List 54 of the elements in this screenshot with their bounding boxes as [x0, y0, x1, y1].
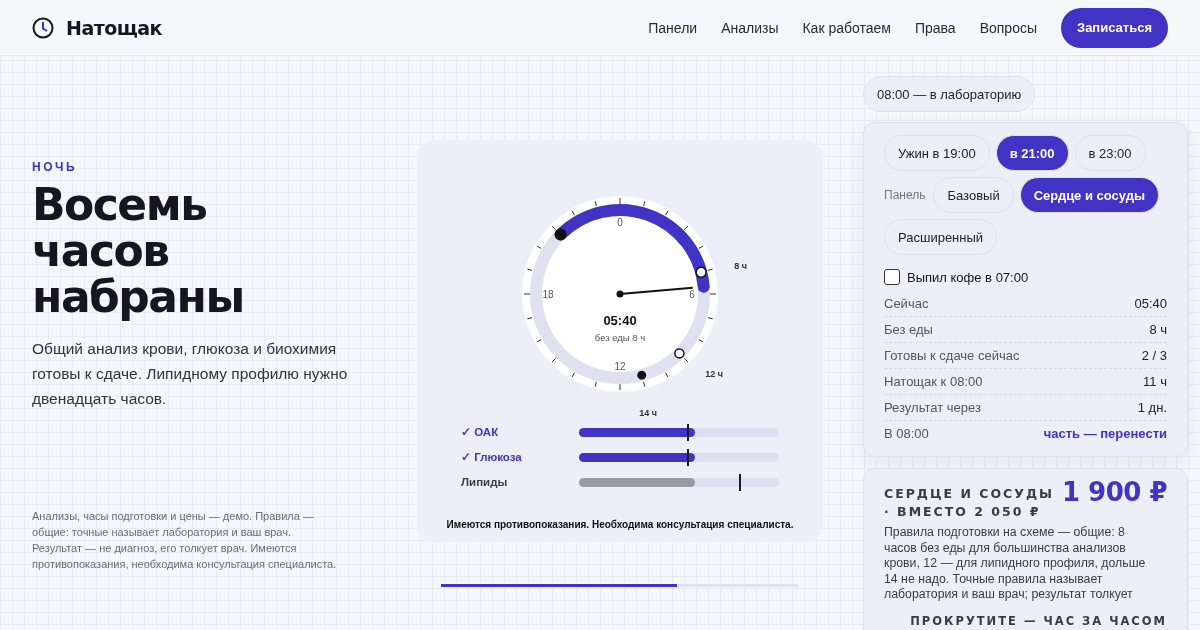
hour-mark-label: 12 ч [705, 369, 723, 380]
nav-link[interactable]: Анализы [721, 19, 779, 36]
signup-button[interactable]: Записаться [1061, 7, 1168, 48]
hour-mark-label: 8 ч [734, 261, 747, 271]
panel-chip[interactable]: Сердце и сосуды [1019, 177, 1160, 213]
dinner-time-chip[interactable]: в 21:00 [995, 135, 1069, 171]
hero-lead: Общий анализ крови, глюкоза и биохимия готовы к сдаче. Липидному профилю нужно двенадцать часов. [32, 339, 349, 409]
stat-label: Готовы к сдаче сейчас [884, 348, 1020, 363]
hour-label: 18 [542, 289, 554, 300]
stat-label: Результат через [884, 400, 981, 415]
nav-link[interactable]: Вопросы [979, 19, 1037, 36]
panel-chip[interactable]: Базовый [933, 177, 1014, 213]
nav-link[interactable]: Права [914, 19, 956, 36]
section-eyebrow: НОЧЬ [32, 160, 79, 174]
hour-label: 12 [614, 361, 626, 372]
price-amount: 1 900 ₽ [1061, 477, 1167, 507]
panel-chip[interactable]: Расширенный [884, 219, 998, 255]
stat-value: 2 / 3 [1141, 348, 1167, 363]
panel-label: Панель [884, 188, 926, 202]
dinner-time-chip[interactable]: Ужин в 19:00 [884, 135, 990, 171]
nav-link[interactable]: Как работаем [802, 19, 891, 36]
clock-subtitle: без еды 8 ч [594, 332, 646, 343]
stat-value: 05:40 [1134, 296, 1167, 311]
warning-text: Имеются противопоказания. Необходима консультация специалиста. [446, 519, 794, 530]
stat-value: 1 дн. [1137, 400, 1167, 415]
stat-value: 11 ч [1143, 374, 1167, 389]
hour-label: 0 [617, 217, 623, 228]
hour-mark-label: 14 ч [639, 408, 657, 419]
target-marker [739, 473, 741, 491]
stat-label: В 08:00 [884, 426, 929, 441]
clock-time: 05:40 [603, 313, 637, 328]
coffee-checkbox[interactable] [884, 269, 900, 285]
coffee-label: Выпил кофе в 07:00 [907, 269, 1029, 285]
nav-link[interactable]: Панели [648, 19, 698, 36]
target-marker [687, 448, 689, 466]
disclaimer-text: Анализы, часы подготовки и цены — демо. Правила — общие: точные называет лаборатория и ваш врач. Результат — не диагноз, его толкует врач. Имеются противопоказания, необходима консультация специалиста. [32, 509, 338, 572]
hero-title: Восемь часов набраны [32, 182, 245, 320]
clock-logo-icon [32, 16, 54, 39]
lab-time-chip[interactable]: 08:00 — в лабораторию [863, 76, 1036, 112]
test-name: Липиды [461, 476, 509, 488]
target-marker [687, 423, 689, 441]
price-description: Правила подготовки на схеме — общие: 8 часов без еды для большинства анализов крови, 12 — для липидного профиля, дольше 14 не надо. Точные правила называет лаборатория и ваш врач; результат толкует [884, 525, 1146, 603]
stat-value: 8 ч [1149, 322, 1167, 337]
reschedule-link[interactable]: часть — перенести [1043, 426, 1167, 441]
stat-label: Сейчас [884, 296, 929, 311]
test-name: ✓ ОАК [461, 425, 500, 439]
hour-label: 6 [689, 289, 695, 300]
stat-label: Без еды [884, 322, 933, 337]
scroll-hint: ПРОКРУТИТЕ — ЧАС ЗА ЧАСОМ [910, 614, 1167, 628]
price-title: СЕРДЦЕ И СОСУДЫ · ВМЕСТО 2 050 ₽ [884, 485, 1055, 521]
brand-name: Натощак [66, 16, 162, 39]
stat-label: Натощак к 08:00 [884, 374, 983, 389]
dinner-time-chip[interactable]: в 23:00 [1074, 135, 1146, 171]
test-name: ✓ Глюкоза [461, 450, 523, 464]
